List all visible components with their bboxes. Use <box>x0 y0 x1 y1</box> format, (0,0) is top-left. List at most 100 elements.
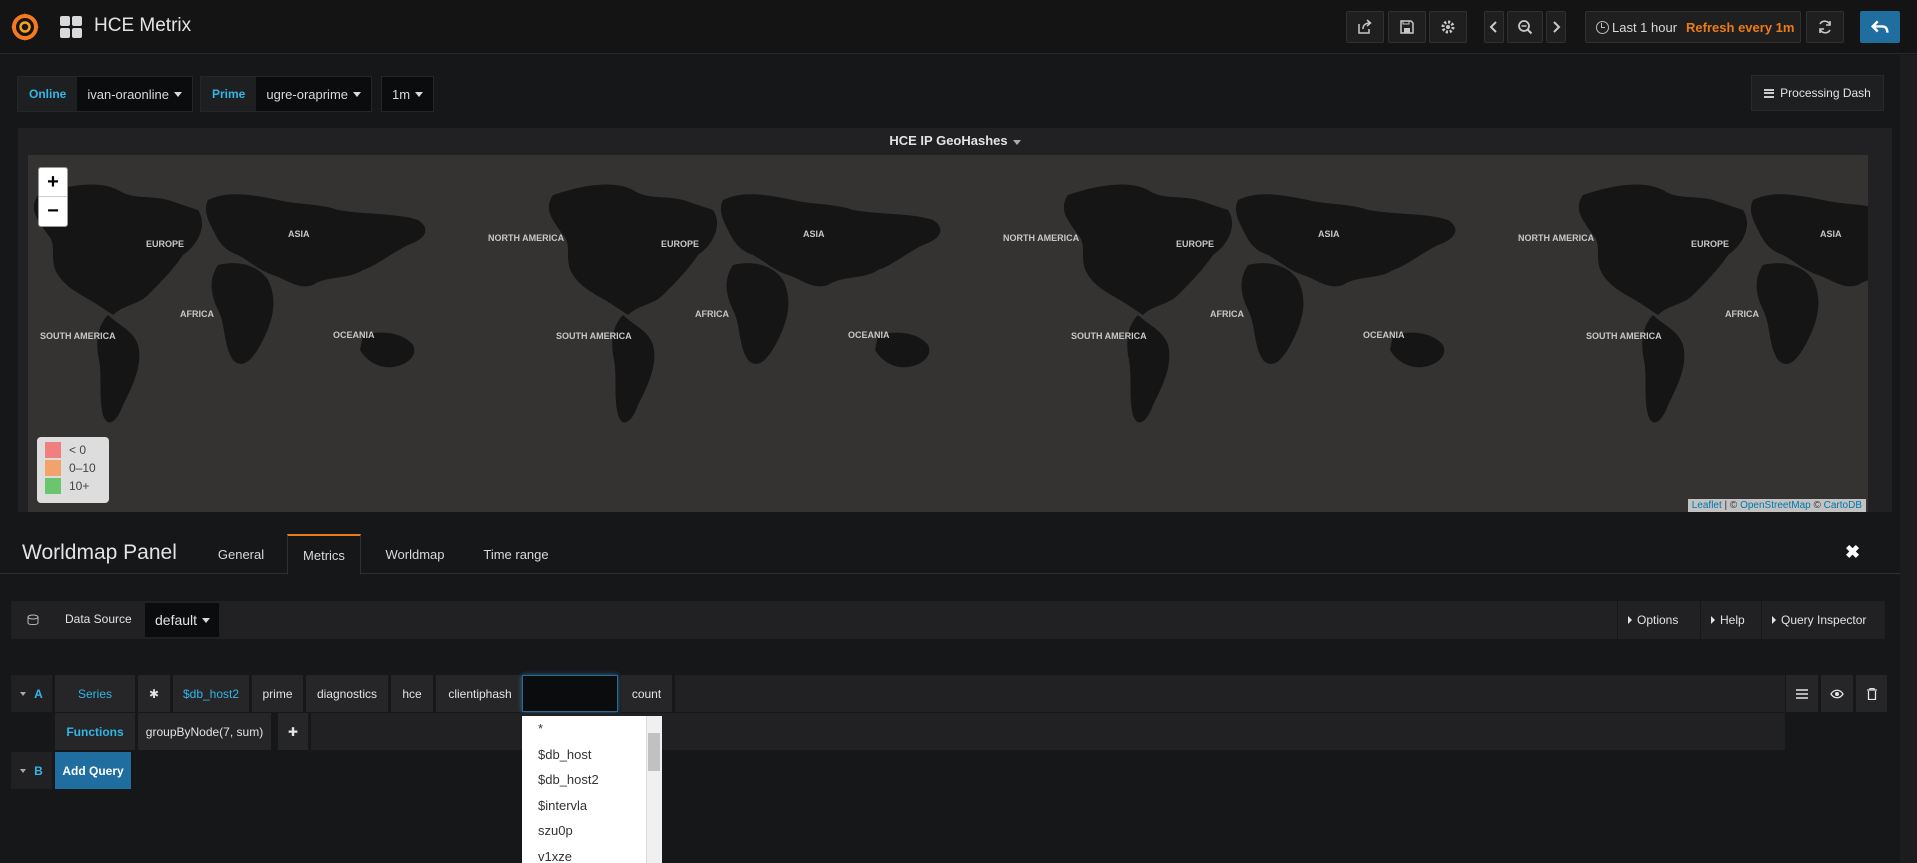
options-button[interactable]: Options <box>1617 601 1697 639</box>
query-inspector-button[interactable]: Query Inspector <box>1761 601 1885 639</box>
variable-value: 1m <box>392 86 411 102</box>
map-label-north-america: NORTH AMERICA <box>1518 233 1595 243</box>
variable-value: ivan-oraonline <box>87 86 170 102</box>
time-forward-button[interactable] <box>1546 11 1566 43</box>
query-b-toggle[interactable]: B <box>11 752 52 789</box>
datasource-select[interactable]: default <box>145 603 219 637</box>
caret-right-icon <box>1711 616 1715 624</box>
panel-title-text: HCE IP GeoHashes <box>889 133 1008 148</box>
tab-general[interactable]: General <box>206 534 276 575</box>
segment-suggestions-dropdown: * $db_host $db_host2 $intervla szu0p v1x… <box>522 716 662 863</box>
legend-swatch <box>45 442 61 458</box>
variable-value-dropdown[interactable]: 1m <box>382 77 434 111</box>
map-label-north-america: NORTH AMERICA <box>488 233 565 243</box>
tab-metrics[interactable]: Metrics <box>287 534 361 575</box>
variable-online[interactable]: Online ivan-oraonline <box>17 76 194 112</box>
map-label-south-america: SOUTH AMERICA <box>556 331 632 341</box>
map-tiles: EUROPE ASIA AFRICA OCEANIA SOUTH AMERICA… <box>33 184 1868 423</box>
dropdown-option[interactable]: szu0p <box>522 818 662 844</box>
top-navbar: HCE Metrix Last 1 hour Refresh every 1m <box>0 0 1917 54</box>
back-to-dashboard-button[interactable] <box>1860 11 1900 43</box>
caret-down-icon <box>353 91 362 97</box>
variable-value-dropdown[interactable]: ugre-oraprime <box>256 77 372 111</box>
legend-row: < 0 <box>45 441 101 459</box>
query-ref-label: A <box>34 686 43 701</box>
settings-button[interactable] <box>1429 11 1467 43</box>
clock-icon <box>1596 20 1609 34</box>
function-groupbynode[interactable]: groupByNode(7, sum) <box>138 713 271 750</box>
time-back-button[interactable] <box>1484 11 1504 43</box>
time-range-label: Last 1 hour <box>1612 19 1678 35</box>
dropdown-option[interactable]: v1xze <box>522 844 662 863</box>
toggle-query-visibility-button[interactable] <box>1821 675 1853 712</box>
help-button[interactable]: Help <box>1700 601 1758 639</box>
dropdown-option[interactable]: $db_host2 <box>522 767 662 793</box>
datasource-value: default <box>155 612 198 628</box>
map-label-oceania: OCEANIA <box>848 330 890 340</box>
map-label-north-america: NORTH AMERICA <box>1003 233 1080 243</box>
series-segment-clientiphash[interactable]: clientiphash <box>436 675 524 712</box>
series-segment-input[interactable] <box>522 675 618 712</box>
functions-label: Functions <box>55 713 135 750</box>
share-button[interactable] <box>1346 11 1384 43</box>
refresh-icon <box>1819 20 1831 34</box>
zoom-out-time-button[interactable] <box>1507 11 1543 43</box>
map-label-africa: AFRICA <box>180 309 214 319</box>
dropdown-option[interactable]: $db_host <box>522 742 662 768</box>
dropdown-scrollbar[interactable] <box>646 716 662 863</box>
delete-query-button[interactable] <box>1856 675 1887 712</box>
legend-swatch <box>45 460 61 476</box>
close-editor-icon[interactable]: ✖ <box>1845 542 1860 563</box>
dropdown-option[interactable]: * <box>522 716 662 742</box>
map-label-asia: ASIA <box>288 229 310 239</box>
series-segment-hce[interactable]: hce <box>391 675 433 712</box>
legend-row: 10+ <box>45 477 101 495</box>
map-label-asia: ASIA <box>1820 229 1842 239</box>
map-label-south-america: SOUTH AMERICA <box>1071 331 1147 341</box>
series-segment-db-host2[interactable]: $db_host2 <box>173 675 249 712</box>
cartodb-link[interactable]: CartoDB <box>1824 500 1862 511</box>
leaflet-link[interactable]: Leaflet <box>1692 500 1722 511</box>
zoom-in-button[interactable]: + <box>39 168 67 197</box>
zoom-out-button[interactable]: − <box>39 197 67 226</box>
datasource-label: Data Source <box>65 612 132 626</box>
tab-time-range[interactable]: Time range <box>474 534 558 575</box>
map-label-europe: EUROPE <box>1176 239 1214 249</box>
query-menu-button[interactable] <box>1786 675 1818 712</box>
variable-interval[interactable]: 1m <box>381 76 435 112</box>
dashboard-grid-icon[interactable] <box>60 16 82 38</box>
refresh-button[interactable] <box>1806 11 1844 43</box>
query-a-toggle[interactable]: A <box>11 675 52 712</box>
map-label-africa: AFRICA <box>1725 309 1759 319</box>
grafana-logo-icon[interactable] <box>10 12 40 42</box>
save-button[interactable] <box>1388 11 1426 43</box>
gear-icon <box>1441 20 1455 34</box>
panel-title[interactable]: HCE IP GeoHashes <box>18 128 1892 154</box>
dropdown-option[interactable]: $intervla <box>522 793 662 819</box>
page-scrollbar[interactable] <box>1900 55 1917 863</box>
legend-row: 0–10 <box>45 459 101 477</box>
dropdown-scroll-thumb[interactable] <box>648 733 660 771</box>
dashboard-title[interactable]: HCE Metrix <box>94 15 191 37</box>
world-map[interactable]: EUROPE ASIA AFRICA OCEANIA SOUTH AMERICA… <box>28 155 1868 512</box>
openstreetmap-link[interactable]: OpenStreetMap <box>1740 500 1811 511</box>
processing-dash-link[interactable]: Processing Dash <box>1751 75 1884 111</box>
tab-worldmap[interactable]: Worldmap <box>373 534 457 575</box>
series-label: Series <box>55 675 135 712</box>
add-function-button[interactable]: ✚ <box>278 713 308 750</box>
caret-down-icon <box>20 768 27 773</box>
chevron-left-icon <box>1489 21 1497 33</box>
refresh-interval-label: Refresh every 1m <box>1686 19 1795 35</box>
variable-prime[interactable]: Prime ugre-oraprime <box>200 76 373 112</box>
map-zoom-control: + − <box>38 167 68 227</box>
caret-down-icon <box>20 691 27 696</box>
add-query-button[interactable]: Add Query <box>55 752 131 789</box>
time-range-picker[interactable]: Last 1 hour Refresh every 1m <box>1585 11 1801 43</box>
caret-right-icon <box>1628 616 1632 624</box>
variable-value-dropdown[interactable]: ivan-oraonline <box>77 77 193 111</box>
series-segment-count[interactable]: count <box>621 675 672 712</box>
map-label-europe: EUROPE <box>661 239 699 249</box>
series-segment-diagnostics[interactable]: diagnostics <box>306 675 388 712</box>
series-segment-prime[interactable]: prime <box>252 675 303 712</box>
series-segment-wildcard[interactable]: ✱ <box>138 675 170 712</box>
